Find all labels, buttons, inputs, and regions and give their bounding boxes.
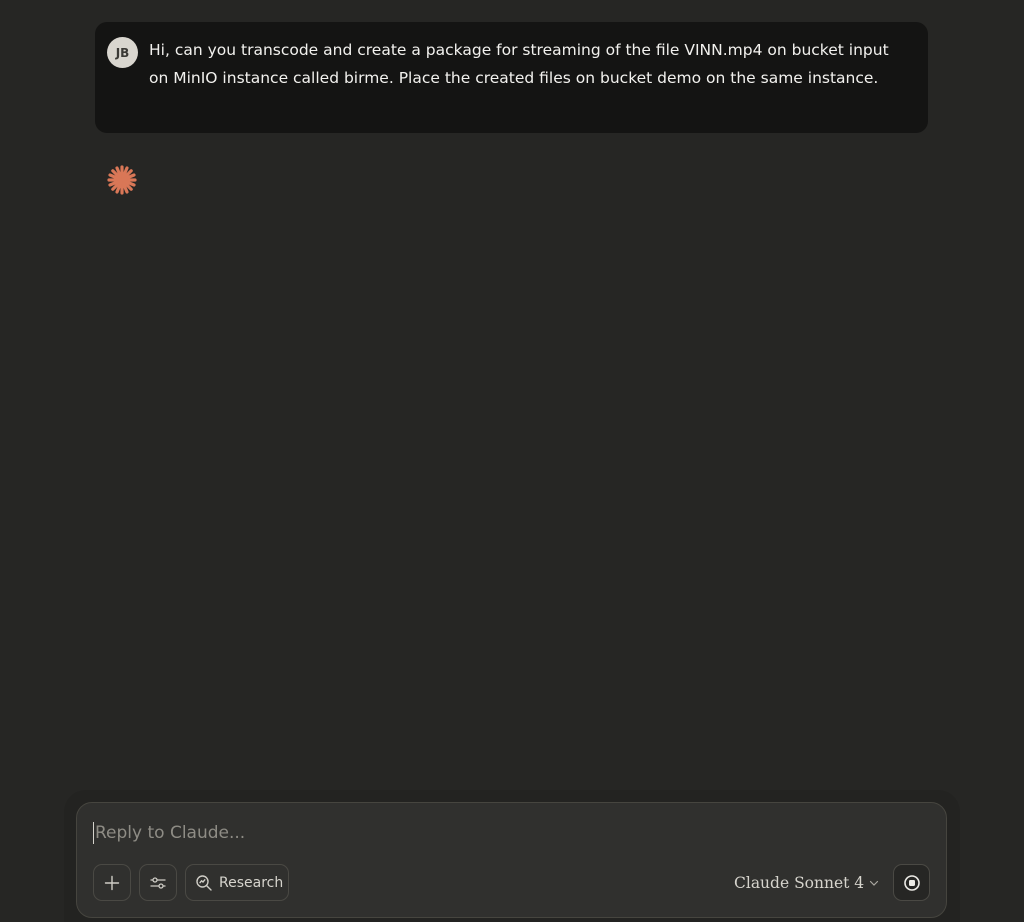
add-attachment-button[interactable]	[93, 864, 131, 901]
stop-icon	[903, 874, 920, 891]
user-message: JB Hi, can you transcode and create a pa…	[95, 22, 928, 133]
reply-placeholder: Reply to Claude...	[95, 823, 246, 843]
sliders-icon	[150, 876, 166, 889]
text-caret	[93, 822, 94, 844]
composer: Reply to Claude... Research Claude Sonne…	[76, 802, 947, 918]
research-search-icon	[196, 874, 212, 891]
research-label: Research	[219, 874, 284, 891]
model-label: Claude Sonnet 4	[734, 874, 865, 892]
model-selector[interactable]: Claude Sonnet 4	[734, 872, 879, 894]
reply-input[interactable]: Reply to Claude...	[93, 819, 793, 847]
chat-page: JB Hi, can you transcode and create a pa…	[0, 0, 1024, 922]
claude-spark-icon	[107, 165, 137, 195]
research-button[interactable]: Research	[185, 864, 289, 901]
avatar: JB	[107, 37, 138, 68]
stop-button[interactable]	[893, 864, 930, 901]
user-message-text: Hi, can you transcode and create a packa…	[149, 41, 889, 87]
tools-button[interactable]	[139, 864, 177, 901]
plus-icon	[104, 875, 120, 890]
chevron-down-icon	[870, 880, 879, 886]
